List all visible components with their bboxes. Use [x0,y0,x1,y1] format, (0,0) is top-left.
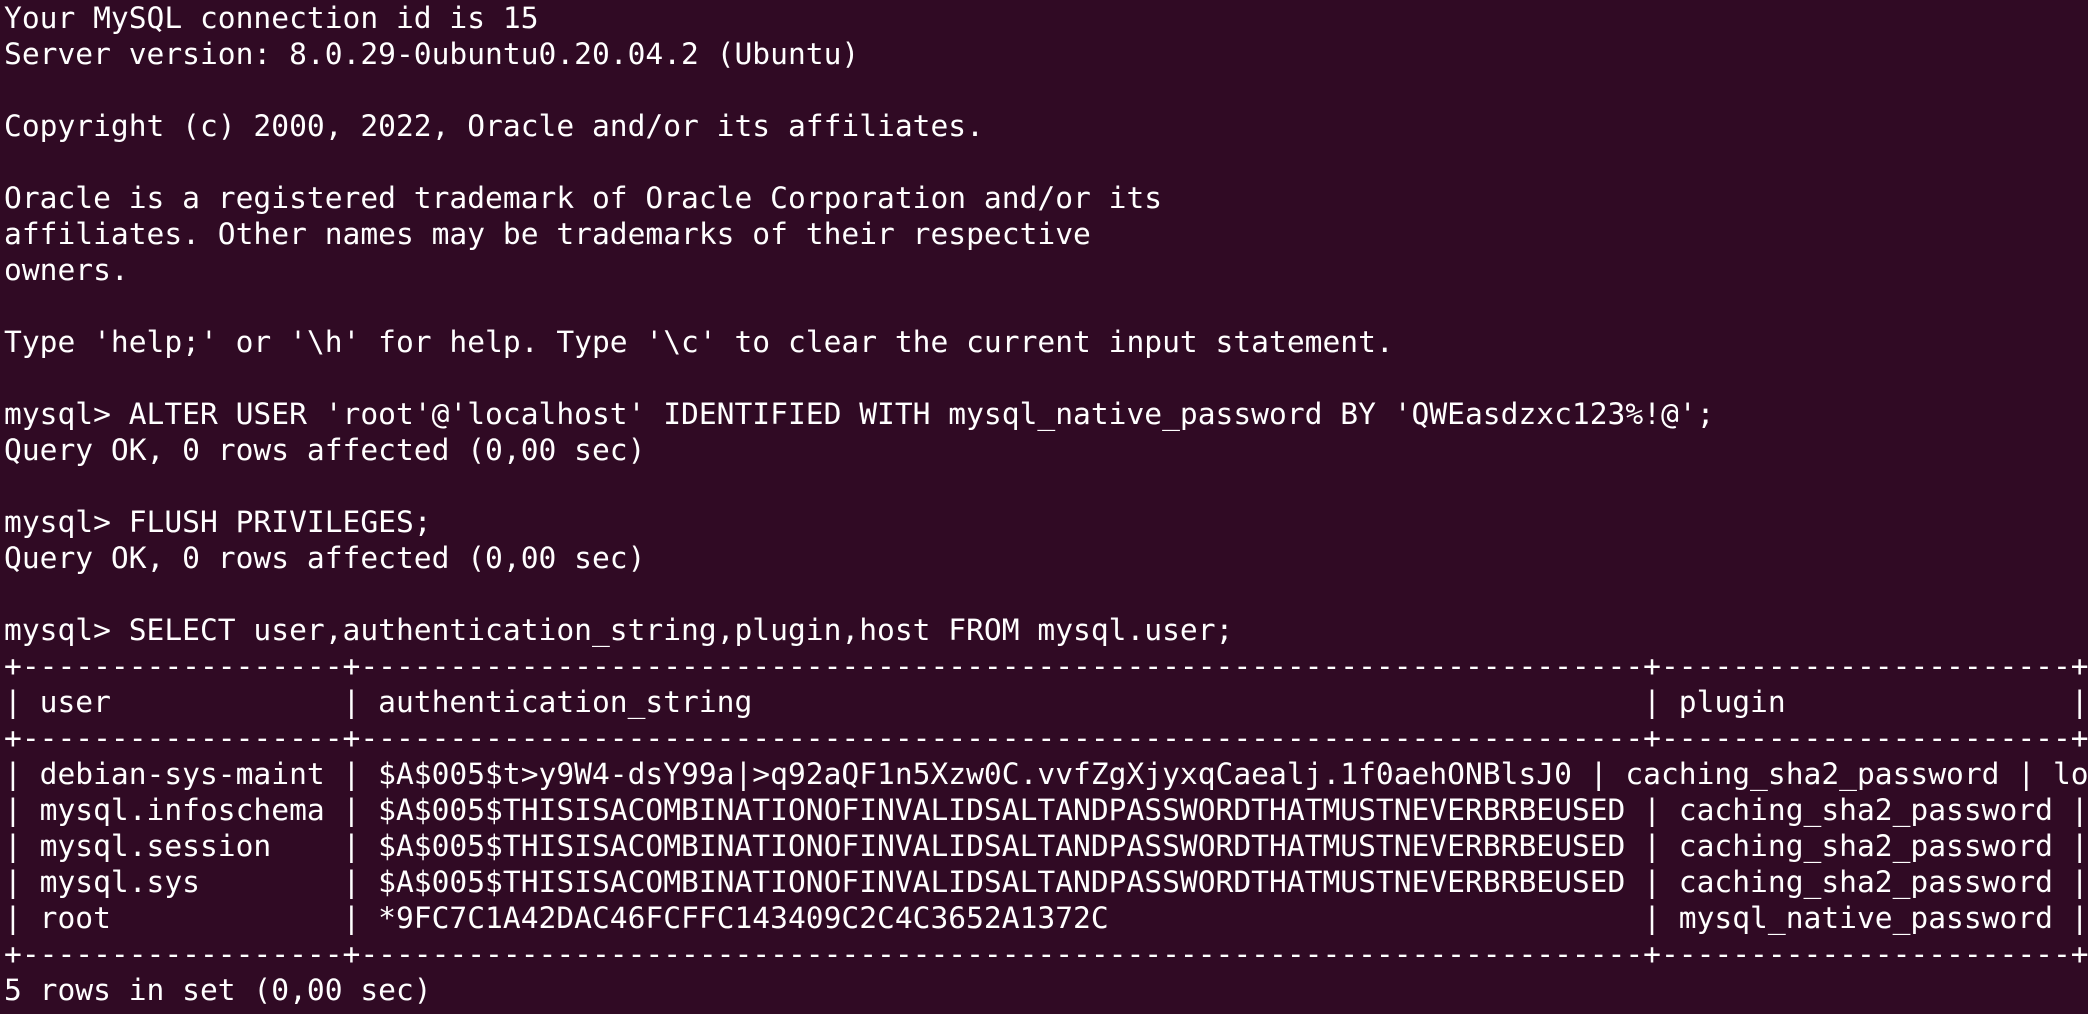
mysql-prompt: mysql> [4,613,129,647]
result-table-row: | root | *9FC7C1A42DAC46FCFFC143409C2C4C… [4,901,2088,935]
output-line: Query OK, 0 rows affected (0,00 sec) [4,433,646,467]
command-text: FLUSH PRIVILEGES; [128,505,432,539]
terminal-window[interactable]: Your MySQL connection id is 15 Server ver… [0,0,2088,1014]
result-table-row: | debian-sys-maint | $A$005$t>y9W4-dsY99… [4,757,2088,791]
output-line: Query OK, 0 rows affected (0,00 sec) [4,541,646,575]
output-line: Type 'help;' or '\h' for help. Type '\c'… [4,325,1394,359]
result-table-row: | mysql.session | $A$005$THISISACOMBINAT… [4,829,2088,863]
result-table-row: +------------------+--------------------… [4,721,2088,755]
terminal-output: Your MySQL connection id is 15 Server ver… [0,0,2088,1008]
command-text: SELECT user,authentication_string,plugin… [128,613,1234,647]
output-line: Server version: 8.0.29-0ubuntu0.20.04.2 … [4,37,860,71]
output-line: 5 rows in set (0,00 sec) [4,973,432,1007]
command-text: ALTER USER 'root'@'localhost' IDENTIFIED… [128,397,1715,431]
output-line: affiliates. Other names may be trademark… [4,217,1091,251]
result-table-row: +------------------+--------------------… [4,937,2088,971]
output-line: Oracle is a registered trademark of Orac… [4,181,1163,215]
result-table-row: | mysql.sys | $A$005$THISISACOMBINATIONO… [4,865,2088,899]
result-table-row: | mysql.infoschema | $A$005$THISISACOMBI… [4,793,2088,827]
mysql-prompt: mysql> [4,505,129,539]
result-table-row: | user | authentication_string | plugin … [4,685,2088,719]
command-line: mysql> FLUSH PRIVILEGES; [0,504,2088,540]
command-line: mysql> ALTER USER 'root'@'localhost' IDE… [0,396,2088,432]
result-table-row: +------------------+--------------------… [4,649,2088,683]
command-line: mysql> SELECT user,authentication_string… [0,612,2088,648]
output-line: owners. [4,253,129,287]
output-line: Your MySQL connection id is 15 [4,1,539,35]
mysql-prompt: mysql> [4,397,129,431]
output-line: Copyright (c) 2000, 2022, Oracle and/or … [4,109,984,143]
